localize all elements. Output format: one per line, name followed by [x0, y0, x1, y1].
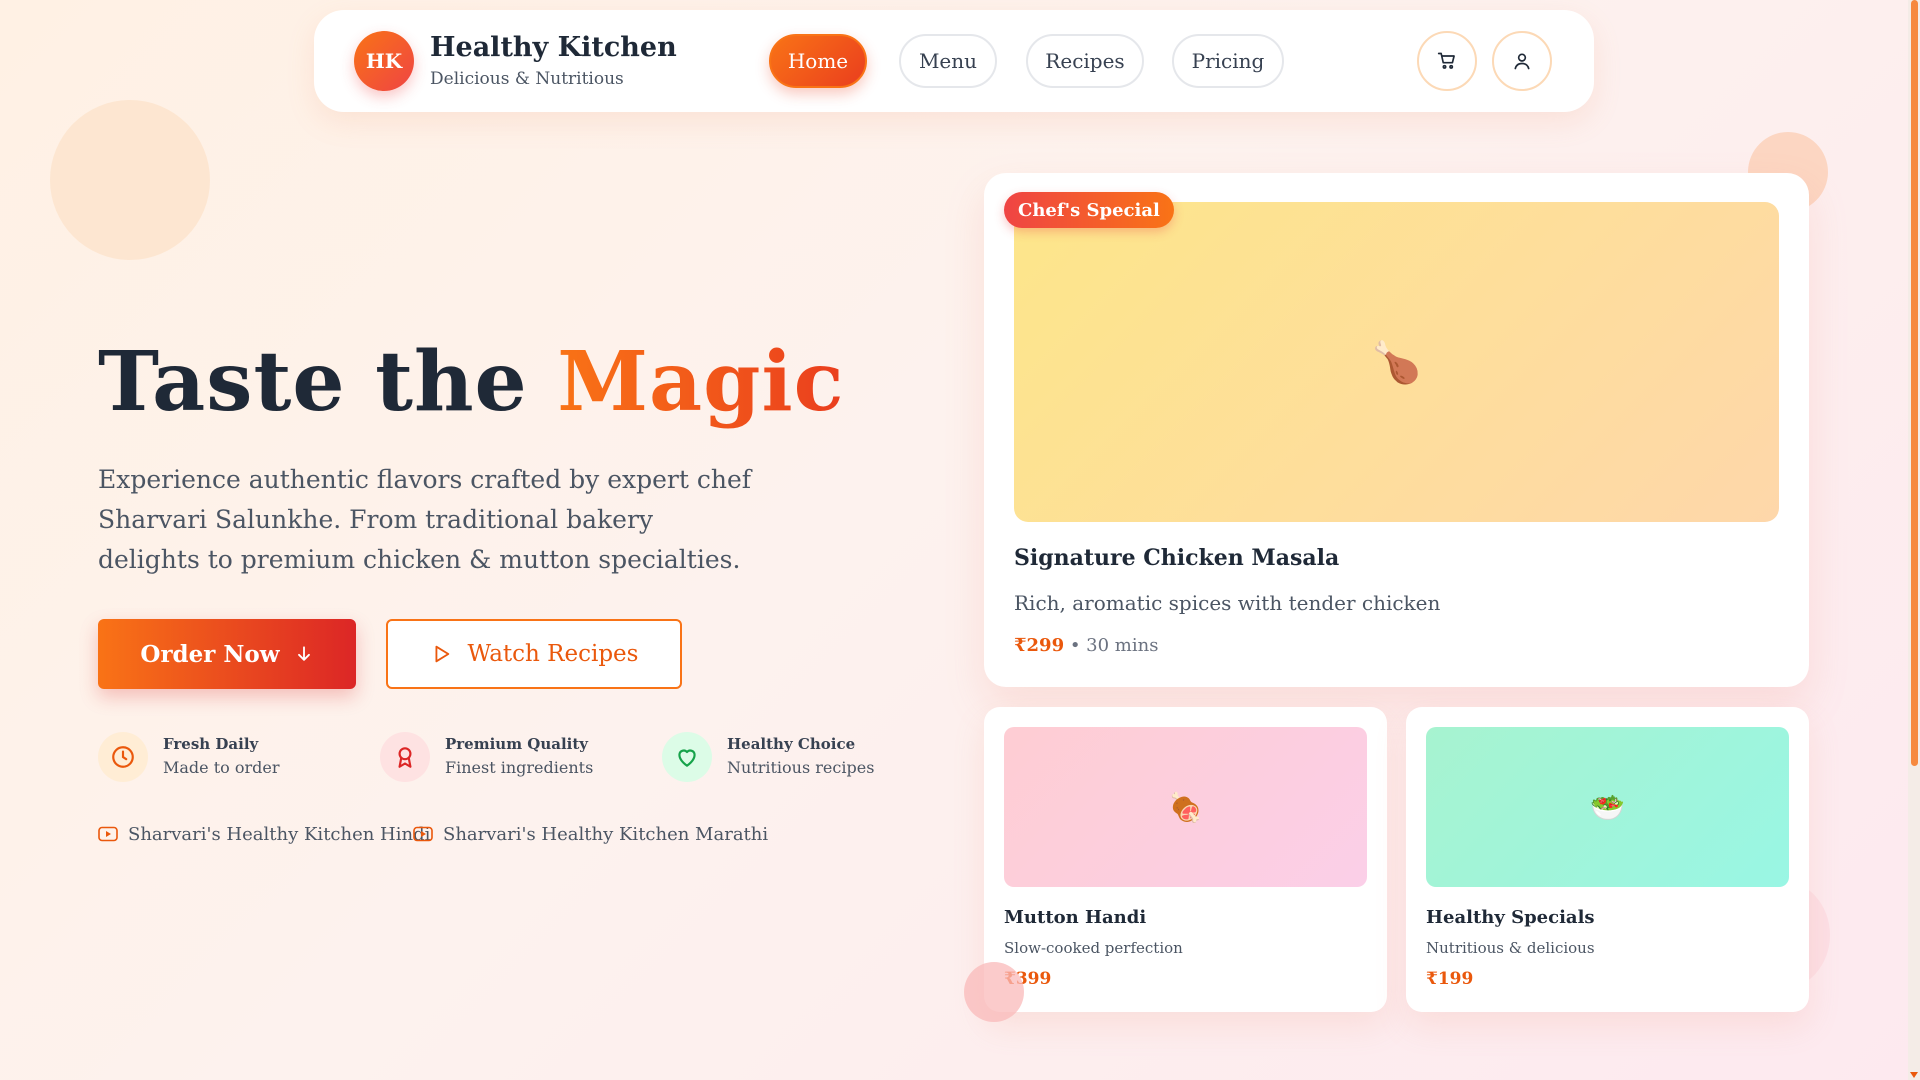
feature-title: Fresh Daily [163, 735, 259, 753]
meat-icon: 🍖 [1168, 790, 1203, 824]
feature-subtitle: Finest ingredients [445, 758, 594, 777]
dish-image: 🍖 [1004, 727, 1367, 887]
top-navigation: HK Healthy Kitchen Delicious & Nutritiou… [314, 10, 1594, 112]
order-now-button[interactable]: Order Now [98, 619, 356, 689]
decorative-circle [964, 962, 1024, 1022]
nav-pricing[interactable]: Pricing [1172, 34, 1284, 88]
clock-icon [112, 746, 134, 768]
youtube-icon [413, 826, 433, 842]
feature-icon-wrap [662, 732, 712, 782]
youtube-channel-hindi[interactable]: Sharvari's Healthy Kitchen Hindi [98, 822, 430, 846]
nav-recipes[interactable]: Recipes [1026, 34, 1144, 88]
hero-title-main: Taste the [98, 334, 558, 430]
watch-recipes-label: Watch Recipes [467, 641, 639, 667]
award-icon [398, 747, 412, 768]
feature-subtitle: Made to order [163, 758, 280, 777]
salad-icon: 🥗 [1590, 790, 1625, 824]
channel-label: Sharvari's Healthy Kitchen Hindi [128, 823, 431, 845]
user-icon [1514, 53, 1530, 70]
chefs-special-badge: Chef's Special [1004, 192, 1174, 228]
brand-title[interactable]: Healthy Kitchen [430, 32, 677, 63]
feature-title: Healthy Choice [727, 735, 856, 753]
user-button[interactable] [1492, 31, 1552, 91]
dish-title: Mutton Handi [1004, 907, 1147, 928]
hero-title-accent: Magic [557, 334, 845, 430]
arrow-down-icon [297, 646, 310, 661]
order-now-label: Order Now [140, 640, 280, 668]
cart-button[interactable] [1417, 31, 1477, 91]
nav-home[interactable]: Home [769, 34, 867, 88]
chicken-leg-icon: 🍗 [1371, 339, 1422, 386]
youtube-icon [98, 826, 118, 842]
watch-recipes-button[interactable]: Watch Recipes [386, 619, 682, 689]
logo-badge[interactable]: HK [354, 31, 414, 91]
feature-title: Premium Quality [445, 735, 589, 753]
featured-dish-meta: ₹299 • 30 mins [1014, 635, 1158, 656]
decorative-circle [50, 100, 210, 260]
dish-description: Slow-cooked perfection [1004, 939, 1183, 957]
featured-dish-time: • 30 mins [1064, 635, 1159, 656]
scrollbar-thumb[interactable] [1911, 0, 1918, 766]
nav-menu[interactable]: Menu [899, 34, 997, 88]
dish-card-healthy-specials[interactable]: 🥗 Healthy Specials Nutritious & deliciou… [1406, 707, 1809, 1012]
heart-icon [678, 749, 696, 767]
dish-title: Healthy Specials [1426, 907, 1595, 928]
hero-description: Experience authentic flavors crafted by … [98, 465, 752, 574]
scroll-down-arrow-icon[interactable] [1910, 1072, 1918, 1078]
dish-image: 🥗 [1426, 727, 1789, 887]
dish-card-mutton-handi[interactable]: 🍖 Mutton Handi Slow-cooked perfection ₹3… [984, 707, 1387, 1012]
youtube-channel-marathi[interactable]: Sharvari's Healthy Kitchen Marathi [413, 822, 768, 846]
page-scrollbar[interactable] [1908, 0, 1920, 1080]
featured-dish-title: Signature Chicken Masala [1014, 545, 1340, 571]
dish-description: Nutritious & delicious [1426, 939, 1595, 957]
featured-dish-image: 🍗 [1014, 202, 1779, 522]
featured-dish-description: Rich, aromatic spices with tender chicke… [1014, 591, 1441, 615]
dish-price: ₹199 [1426, 969, 1474, 989]
play-icon [435, 645, 449, 663]
brand-subtitle: Delicious & Nutritious [430, 69, 624, 89]
channel-label: Sharvari's Healthy Kitchen Marathi [443, 823, 769, 845]
featured-dish-card[interactable]: 🍗 Chef's Special Signature Chicken Masal… [984, 173, 1809, 687]
feature-icon-wrap [380, 732, 430, 782]
cart-icon [1437, 52, 1455, 69]
feature-icon-wrap [98, 732, 148, 782]
featured-dish-price: ₹299 [1014, 635, 1065, 656]
hero-title: Taste the Magic [98, 334, 845, 430]
feature-subtitle: Nutritious recipes [727, 758, 875, 777]
